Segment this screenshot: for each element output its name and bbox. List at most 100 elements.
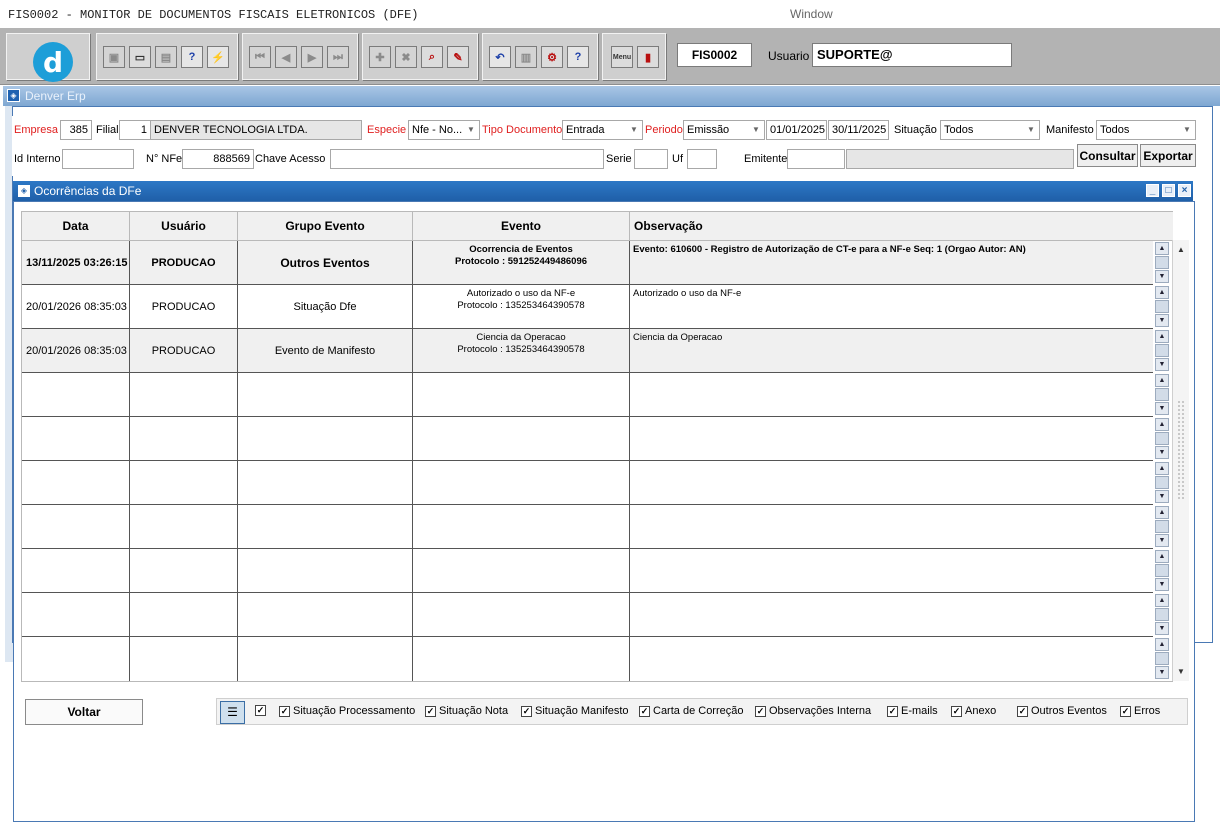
tipo-documento-label: Tipo Documento <box>482 124 563 136</box>
table-row-empty[interactable] <box>22 637 1153 681</box>
row-scroller[interactable]: ▲ ▼ <box>1155 242 1170 285</box>
tools-icon[interactable]: ⚙ <box>541 46 563 68</box>
close-icon[interactable]: × <box>1178 184 1191 197</box>
print-icon[interactable]: ▤ <box>155 46 177 68</box>
chave-acesso-field[interactable] <box>330 149 604 169</box>
last-icon[interactable]: ⏭ <box>327 46 349 68</box>
checkbox-box[interactable]: ✓ <box>255 705 266 716</box>
table-row-empty[interactable] <box>22 593 1153 637</box>
paste-icon[interactable]: ▥ <box>515 46 537 68</box>
checkbox-situacao-processamento[interactable]: ✓ Situação Processamento <box>279 705 415 717</box>
find-icon[interactable]: ⌕ <box>421 46 443 68</box>
checkbox-erros[interactable]: ✓ Erros <box>1120 705 1160 717</box>
checkbox-anexo[interactable]: ✓ Anexo <box>951 705 996 717</box>
table-row-empty[interactable] <box>22 549 1153 593</box>
erase-icon[interactable]: ✎ <box>447 46 469 68</box>
help-icon[interactable]: ? <box>567 46 589 68</box>
column-header-observacao[interactable]: Observação <box>630 212 1173 241</box>
empresa-field[interactable]: 385 <box>60 120 92 140</box>
table-row-empty[interactable] <box>22 373 1153 417</box>
table-row[interactable]: 13/11/2025 03:26:15 PRODUCAO Outros Even… <box>22 241 1153 285</box>
row-scroller[interactable]: ▲ ▼ <box>1155 594 1170 637</box>
checkbox-box[interactable]: ✓ <box>521 705 532 717</box>
table-row-empty[interactable] <box>22 505 1153 549</box>
checkbox-situacao-manifesto[interactable]: ✓ Situação Manifesto <box>521 705 629 717</box>
date-to-field[interactable]: 30/11/2025 <box>828 120 889 140</box>
scroll-down-icon[interactable]: ▼ <box>1174 665 1188 679</box>
first-icon[interactable]: ⏮ <box>249 46 271 68</box>
row-scroller[interactable]: ▲ ▼ <box>1155 374 1170 417</box>
situacao-select[interactable]: Todos ▼ <box>940 120 1040 140</box>
filial-field[interactable]: 1 <box>119 120 151 140</box>
minimize-icon[interactable]: _ <box>1146 184 1159 197</box>
row-scroller[interactable]: ▲ ▼ <box>1155 286 1170 329</box>
voltar-button[interactable]: Voltar <box>25 699 143 725</box>
column-header-data[interactable]: Data <box>22 212 130 241</box>
row-scroller[interactable]: ▲ ▼ <box>1155 550 1170 593</box>
prev-icon[interactable]: ◀ <box>275 46 297 68</box>
window-menu[interactable]: Window <box>790 7 833 21</box>
checkbox-observacoes-interna[interactable]: ✓ Observações Interna <box>755 705 871 717</box>
scroll-up-icon[interactable]: ▲ <box>1174 243 1188 257</box>
tipo-documento-select[interactable]: Entrada ▼ <box>562 120 643 140</box>
undo-icon[interactable]: ↶ <box>489 46 511 68</box>
row-scroller[interactable]: ▲ ▼ <box>1155 418 1170 461</box>
row-scroller[interactable]: ▲ ▼ <box>1155 462 1170 505</box>
emitente-field[interactable] <box>787 149 845 169</box>
delete-icon[interactable]: ✖ <box>395 46 417 68</box>
consultar-button[interactable]: Consultar <box>1077 144 1138 167</box>
cell-usuario: PRODUCAO <box>130 241 238 285</box>
checkbox-box[interactable]: ✓ <box>1120 705 1131 717</box>
uf-field[interactable] <box>687 149 717 169</box>
user-field[interactable]: SUPORTE@ <box>812 43 1012 67</box>
table-row-empty[interactable] <box>22 461 1153 505</box>
nnfe-field[interactable]: 888569 <box>182 149 254 169</box>
menu-icon[interactable]: Menu <box>611 46 633 68</box>
periodo-select[interactable]: Emissão ▼ <box>683 120 765 140</box>
serie-field[interactable] <box>634 149 668 169</box>
evento-protocolo: Protocolo : 135253464390578 <box>457 300 585 311</box>
help-query-icon[interactable]: ? <box>181 46 203 68</box>
column-header-evento[interactable]: Evento <box>413 212 630 241</box>
checkbox-box[interactable]: ✓ <box>639 705 650 717</box>
clear-query-icon[interactable]: ⚡ <box>207 46 229 68</box>
especie-select[interactable]: Nfe - No... ▼ <box>408 120 480 140</box>
tipo-documento-value: Entrada <box>566 124 605 136</box>
checkbox-all[interactable]: ✓ <box>255 705 269 716</box>
checkbox-box[interactable]: ✓ <box>951 705 962 717</box>
table-row[interactable]: 20/01/2026 08:35:03 PRODUCAO Situação Df… <box>22 285 1153 329</box>
id-interno-field[interactable] <box>62 149 134 169</box>
scrollbar-grip[interactable] <box>1177 400 1185 500</box>
exit-icon[interactable]: ▮ <box>637 46 659 68</box>
exportar-button[interactable]: Exportar <box>1140 144 1196 167</box>
checkbox-outros-eventos[interactable]: ✓ Outros Eventos <box>1017 705 1107 717</box>
add-icon[interactable]: ✚ <box>369 46 391 68</box>
checkbox-box[interactable]: ✓ <box>279 705 290 717</box>
table-row-empty[interactable] <box>22 417 1153 461</box>
checkbox-emails[interactable]: ✓ E-mails <box>887 705 938 717</box>
row-scroller[interactable]: ▲ ▼ <box>1155 506 1170 549</box>
row-scroller[interactable]: ▲ ▼ <box>1155 330 1170 373</box>
column-header-grupo-evento[interactable]: Grupo Evento <box>238 212 413 241</box>
date-from-field[interactable]: 01/01/2025 <box>766 120 827 140</box>
screen-icon[interactable]: ▭ <box>129 46 151 68</box>
checkbox-box[interactable]: ✓ <box>425 705 436 717</box>
checkbox-box[interactable]: ✓ <box>1017 705 1028 717</box>
grid-vertical-scrollbar[interactable]: ▲ ▼ <box>1172 240 1189 681</box>
checkbox-label: Situação Processamento <box>293 705 416 717</box>
checkbox-box[interactable]: ✓ <box>755 705 766 717</box>
column-header-usuario[interactable]: Usuário <box>130 212 238 241</box>
maximize-icon[interactable]: □ <box>1162 184 1175 197</box>
manifesto-select[interactable]: Todos ▼ <box>1096 120 1196 140</box>
evento-protocolo: Protocolo : 135253464390578 <box>457 344 585 355</box>
cell-data: 13/11/2025 03:26:15 <box>22 241 130 285</box>
checkbox-box[interactable]: ✓ <box>887 705 898 717</box>
next-icon[interactable]: ▶ <box>301 46 323 68</box>
save-icon[interactable]: ▣ <box>103 46 125 68</box>
checkbox-carta-correcao[interactable]: ✓ Carta de Correção <box>639 705 744 717</box>
table-row[interactable]: 20/01/2026 08:35:03 PRODUCAO Evento de M… <box>22 329 1153 373</box>
checkbox-situacao-nota[interactable]: ✓ Situação Nota <box>425 705 508 717</box>
list-icon[interactable]: ☰ <box>220 701 245 724</box>
row-scroller[interactable]: ▲ ▼ <box>1155 638 1170 681</box>
scroll-down-icon: ▼ <box>1155 666 1169 679</box>
